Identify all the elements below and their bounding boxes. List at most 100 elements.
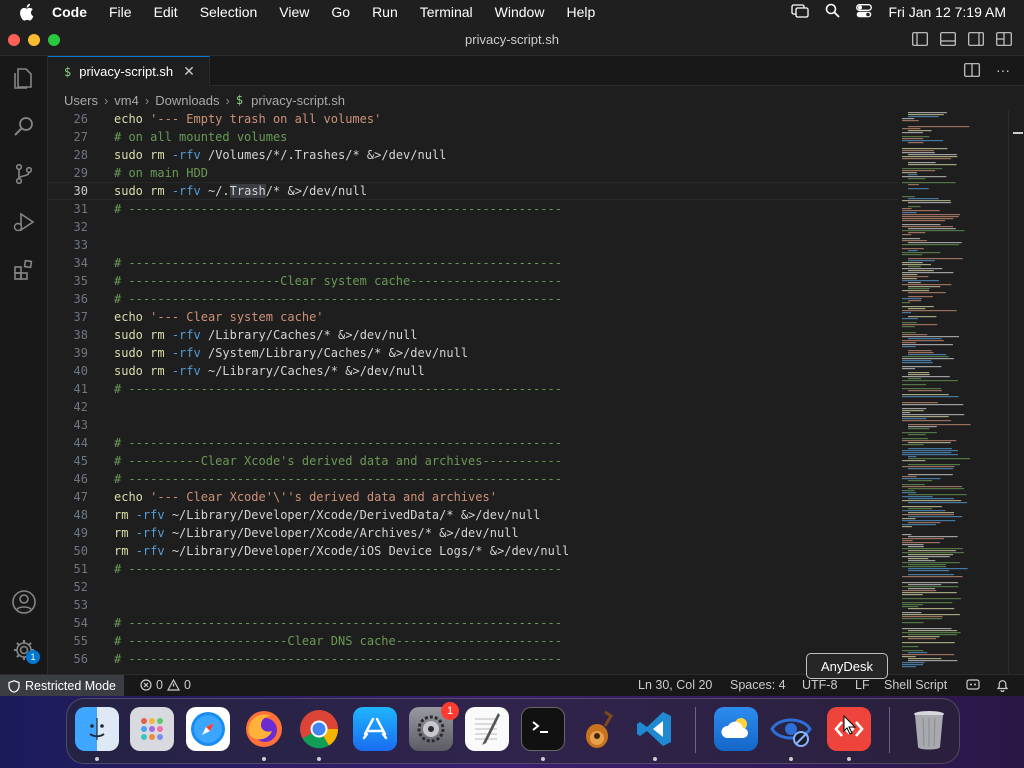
visibility-icon[interactable] [769, 707, 813, 751]
line-number: 46 [73, 472, 88, 486]
minimap-line [902, 238, 921, 240]
breadcrumb-vm4[interactable]: vm4 [114, 93, 139, 108]
menu-window[interactable]: Window [495, 4, 545, 20]
code-line[interactable]: 38 sudo rm -rfv /Library/Caches/* &>/dev/… [48, 326, 898, 344]
explorer-icon[interactable] [10, 64, 38, 92]
toggle-panel-icon[interactable] [940, 32, 956, 51]
code-line[interactable]: 51 # ------------------------------------… [48, 560, 898, 578]
code-line[interactable]: 55 # ----------------------Clear DNS cach… [48, 632, 898, 650]
menu-selection[interactable]: Selection [200, 4, 258, 20]
encoding[interactable]: UTF-8 [802, 678, 837, 692]
code-line[interactable]: 44 # ------------------------------------… [48, 434, 898, 452]
code-editor[interactable]: 26 echo '--- Empty trash on all volumes' 2… [48, 110, 898, 674]
safari-icon[interactable] [186, 707, 230, 751]
trash-icon[interactable] [907, 707, 951, 751]
end-of-line[interactable]: LF [855, 678, 870, 692]
editor-scrollbar[interactable] [1008, 110, 1024, 674]
breadcrumb-users[interactable]: Users [64, 93, 98, 108]
minimap[interactable] [898, 110, 1008, 674]
extensions-icon[interactable] [10, 256, 38, 284]
minimap-line [902, 140, 944, 142]
code-line[interactable]: 48 rm -rfv ~/Library/Developer/Xcode/Deri… [48, 506, 898, 524]
menu-file[interactable]: File [109, 4, 132, 20]
code-line[interactable]: 46 # ------------------------------------… [48, 470, 898, 488]
minimap-line [908, 464, 960, 466]
code-line[interactable]: 43 [48, 416, 898, 434]
copilot-icon[interactable] [966, 678, 980, 695]
menu-clock[interactable]: Fri Jan 12 7:19 AM [888, 4, 1006, 20]
split-editor-icon[interactable] [964, 63, 980, 82]
vscode-icon[interactable] [633, 707, 677, 751]
garageband-icon[interactable] [577, 707, 621, 751]
run-and-debug-icon[interactable] [10, 208, 38, 236]
line-text: # --------------------------------------… [114, 472, 562, 486]
code-line[interactable]: 29 # on main HDD [48, 164, 898, 182]
code-line[interactable]: 28 sudo rm -rfv /Volumes/*/.Trashes/* &>/… [48, 146, 898, 164]
code-line[interactable]: 37 echo '--- Clear system cache' [48, 308, 898, 326]
tab-privacy-script[interactable]: $ privacy-script.sh ✕ [48, 56, 210, 86]
code-line[interactable]: 32 [48, 218, 898, 236]
app-store-icon[interactable] [353, 707, 397, 751]
code-line[interactable]: 36 # ------------------------------------… [48, 290, 898, 308]
code-line[interactable]: 42 [48, 398, 898, 416]
minimap-line [908, 250, 918, 252]
screen-mirroring-icon[interactable] [791, 3, 810, 21]
code-line[interactable]: 39 sudo rm -rfv /System/Library/Caches/* … [48, 344, 898, 362]
indentation[interactable]: Spaces: 4 [730, 678, 786, 692]
chrome-icon[interactable] [297, 707, 341, 751]
launchpad-icon[interactable] [130, 707, 174, 751]
minimap-line [902, 278, 917, 280]
menu-app-name[interactable]: Code [52, 4, 87, 20]
code-line[interactable]: 47 echo '--- Clear Xcode'\''s derived dat… [48, 488, 898, 506]
accounts-icon[interactable] [10, 588, 38, 616]
code-line[interactable]: 41 # ------------------------------------… [48, 380, 898, 398]
textedit-icon[interactable] [465, 707, 509, 751]
breadcrumb-file[interactable]: privacy-script.sh [251, 93, 345, 108]
restricted-mode-indicator[interactable]: Restricted Mode [0, 675, 125, 697]
minimap-line [902, 410, 924, 412]
toggle-primary-sidebar-icon[interactable] [912, 32, 928, 51]
menu-edit[interactable]: Edit [154, 4, 178, 20]
problems-indicator[interactable]: 0 0 [140, 678, 191, 692]
menu-terminal[interactable]: Terminal [420, 4, 473, 20]
code-line[interactable]: 27 # on all mounted volumes [48, 128, 898, 146]
language-mode[interactable]: Shell Script [884, 678, 947, 692]
code-line[interactable]: 56 # ------------------------------------… [48, 650, 898, 668]
search-icon[interactable] [10, 112, 38, 140]
menu-run[interactable]: Run [372, 4, 398, 20]
code-line[interactable]: 45 # ----------Clear Xcode's derived data… [48, 452, 898, 470]
minimap-line [902, 476, 917, 478]
code-line[interactable]: 54 # ------------------------------------… [48, 614, 898, 632]
source-control-icon[interactable] [10, 160, 38, 188]
minimap-line [902, 418, 927, 420]
more-actions-icon[interactable]: ··· [996, 63, 1010, 82]
code-line[interactable]: 33 [48, 236, 898, 254]
finder-icon[interactable] [75, 707, 119, 751]
code-line[interactable]: 52 [48, 578, 898, 596]
code-line[interactable]: 30 sudo rm -rfv ~/.Trash/* &>/dev/null [48, 182, 898, 200]
code-line[interactable]: 34 # ------------------------------------… [48, 254, 898, 272]
code-line[interactable]: 26 echo '--- Empty trash on all volumes' [48, 110, 898, 128]
code-line[interactable]: 49 rm -rfv ~/Library/Developer/Xcode/Arch… [48, 524, 898, 542]
toggle-secondary-sidebar-icon[interactable] [968, 32, 984, 51]
line-number: 45 [73, 454, 88, 468]
menu-go[interactable]: Go [331, 4, 350, 20]
apple-menu-icon[interactable] [18, 3, 36, 21]
notifications-bell-icon[interactable] [996, 678, 1009, 695]
code-line[interactable]: 31 # ------------------------------------… [48, 200, 898, 218]
code-line[interactable]: 40 sudo rm -rfv ~/Library/Caches/* &>/dev… [48, 362, 898, 380]
breadcrumb-downloads[interactable]: Downloads [155, 93, 219, 108]
terminal-icon[interactable] [521, 707, 565, 751]
customize-layout-icon[interactable] [996, 32, 1012, 51]
close-tab-icon[interactable]: ✕ [183, 63, 195, 80]
firefox-icon[interactable] [242, 707, 286, 751]
menu-help[interactable]: Help [566, 4, 595, 20]
spotlight-search-icon[interactable] [825, 3, 841, 21]
code-line[interactable]: 35 # ---------------------Clear system ca… [48, 272, 898, 290]
code-line[interactable]: 50 rm -rfv ~/Library/Developer/Xcode/iOS … [48, 542, 898, 560]
menu-view[interactable]: View [279, 4, 309, 20]
control-center-icon[interactable] [856, 3, 873, 21]
cursor-position[interactable]: Ln 30, Col 20 [638, 678, 712, 692]
code-line[interactable]: 53 [48, 596, 898, 614]
weather-icon[interactable] [714, 707, 758, 751]
